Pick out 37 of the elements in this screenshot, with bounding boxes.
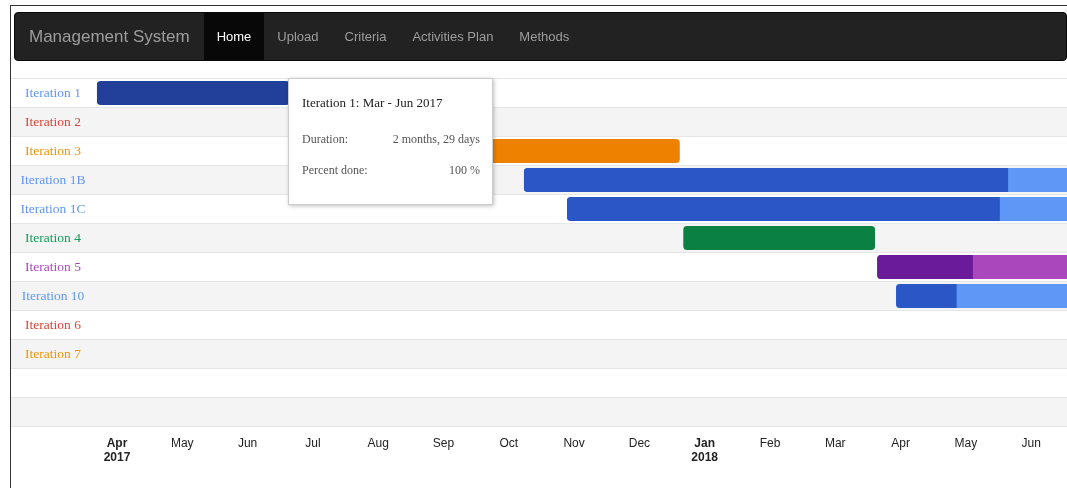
nav-link[interactable]: Activities Plan — [399, 13, 507, 60]
axis-label: Jun — [237, 436, 258, 450]
axis-label: Feb — [759, 436, 781, 450]
axis-label: Sep — [432, 436, 455, 450]
nav-link[interactable]: Criteria — [331, 13, 400, 60]
axis-label: May — [954, 436, 978, 450]
axis-label: Dec — [628, 436, 651, 450]
tooltip-label: Percent done: — [302, 161, 368, 179]
row-label: Iteration 10 — [21, 288, 85, 303]
axis-label: Mar — [824, 436, 846, 450]
row-label: Iteration 1C — [20, 201, 86, 216]
axis-label: Apr 2017 — [103, 436, 131, 464]
axis-label: Jun — [1021, 436, 1041, 450]
tooltip-value: 100 % — [449, 161, 480, 179]
row-label: Iteration 1 — [25, 85, 81, 100]
nav-link[interactable]: Methods — [506, 13, 583, 60]
tooltip-title: Iteration 1: Mar - Jun 2017 — [302, 94, 444, 112]
axis-label: Nov — [563, 436, 585, 450]
row-label: Iteration 2 — [25, 114, 81, 129]
axis-label: Jan 2018 — [691, 436, 719, 464]
row-label: Iteration 3 — [25, 143, 81, 158]
row-label: Iteration 7 — [25, 346, 81, 361]
axis-label: Aug — [367, 436, 389, 450]
axis-label: May — [170, 436, 194, 450]
tooltip-value: 2 months, 29 days — [392, 130, 480, 148]
brand-title: Management System — [28, 25, 191, 48]
timeline-bar[interactable] — [96, 81, 291, 105]
axis-label: Apr — [891, 436, 910, 450]
nav-link[interactable]: Upload — [264, 13, 332, 60]
axis-label: Jul — [305, 436, 321, 450]
tooltip-label: Duration: — [302, 130, 348, 148]
row-label: Iteration 4 — [25, 230, 81, 245]
row-label: Iteration 1B — [20, 172, 86, 187]
nav-link[interactable]: Home — [203, 13, 265, 60]
row-label: Iteration 6 — [25, 317, 81, 332]
row-label: Iteration 5 — [25, 259, 81, 274]
axis-label: Oct — [499, 436, 519, 450]
